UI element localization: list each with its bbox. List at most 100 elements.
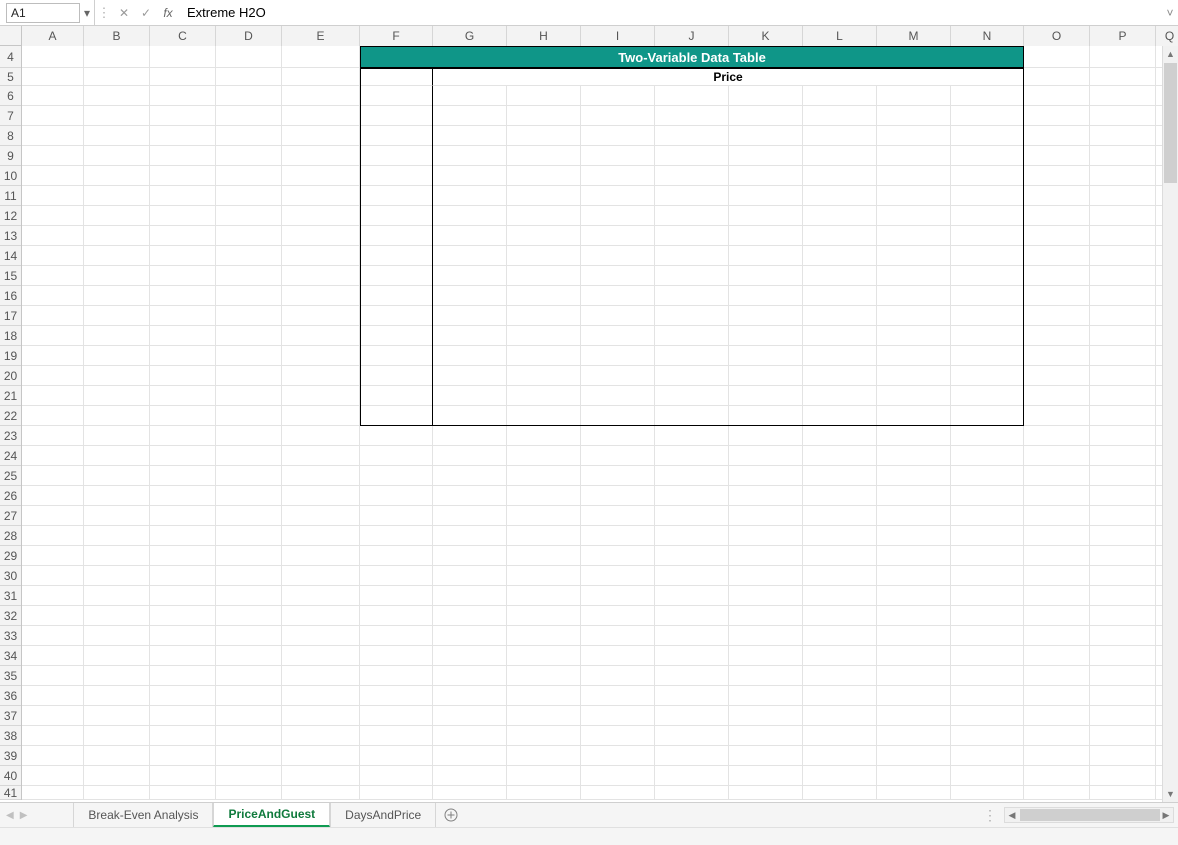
cell-M36[interactable] <box>877 686 951 706</box>
enter-formula-button[interactable]: ✓ <box>135 2 157 24</box>
cell-E7[interactable] <box>282 106 360 126</box>
cell-J22[interactable] <box>655 406 729 426</box>
cell-O41[interactable] <box>1024 786 1090 800</box>
cell-C28[interactable] <box>150 526 216 546</box>
cell-M14[interactable] <box>877 246 951 266</box>
cell-N17[interactable] <box>951 306 1024 326</box>
cell-A33[interactable] <box>22 626 84 646</box>
cell-F33[interactable] <box>360 626 433 646</box>
cell-P21[interactable] <box>1090 386 1156 406</box>
cell-C12[interactable] <box>150 206 216 226</box>
cell-D12[interactable] <box>216 206 282 226</box>
cell-P8[interactable] <box>1090 126 1156 146</box>
cell-grid[interactable] <box>22 46 1178 800</box>
cell-B9[interactable] <box>84 146 150 166</box>
cell-B38[interactable] <box>84 726 150 746</box>
cell-J29[interactable] <box>655 546 729 566</box>
cell-I32[interactable] <box>581 606 655 626</box>
cell-H37[interactable] <box>507 706 581 726</box>
cell-M41[interactable] <box>877 786 951 800</box>
cell-M32[interactable] <box>877 606 951 626</box>
cell-I12[interactable] <box>581 206 655 226</box>
vertical-scrollbar[interactable]: ▲ ▼ <box>1162 46 1178 802</box>
column-header-A[interactable]: A <box>22 26 84 46</box>
cell-E35[interactable] <box>282 666 360 686</box>
cell-D24[interactable] <box>216 446 282 466</box>
cell-H20[interactable] <box>507 366 581 386</box>
scroll-right-button[interactable]: ▶ <box>1159 810 1173 821</box>
cell-P22[interactable] <box>1090 406 1156 426</box>
cell-J31[interactable] <box>655 586 729 606</box>
cell-H15[interactable] <box>507 266 581 286</box>
row-header-33[interactable]: 33 <box>0 626 21 646</box>
cell-G8[interactable] <box>433 126 507 146</box>
cell-P15[interactable] <box>1090 266 1156 286</box>
cell-E33[interactable] <box>282 626 360 646</box>
cell-P5[interactable] <box>1090 68 1156 86</box>
cell-O17[interactable] <box>1024 306 1090 326</box>
cell-L17[interactable] <box>803 306 877 326</box>
cell-P12[interactable] <box>1090 206 1156 226</box>
cell-O34[interactable] <box>1024 646 1090 666</box>
cell-K40[interactable] <box>729 766 803 786</box>
cell-M12[interactable] <box>877 206 951 226</box>
cell-B35[interactable] <box>84 666 150 686</box>
cell-P41[interactable] <box>1090 786 1156 800</box>
cell-A13[interactable] <box>22 226 84 246</box>
cell-J40[interactable] <box>655 766 729 786</box>
cell-B28[interactable] <box>84 526 150 546</box>
cell-C8[interactable] <box>150 126 216 146</box>
row-header-26[interactable]: 26 <box>0 486 21 506</box>
cell-G21[interactable] <box>433 386 507 406</box>
cell-F8[interactable] <box>360 126 433 146</box>
cell-P17[interactable] <box>1090 306 1156 326</box>
cell-I10[interactable] <box>581 166 655 186</box>
cell-J18[interactable] <box>655 326 729 346</box>
cell-G28[interactable] <box>433 526 507 546</box>
cell-O5[interactable] <box>1024 68 1090 86</box>
cell-M21[interactable] <box>877 386 951 406</box>
cell-J39[interactable] <box>655 746 729 766</box>
cell-O16[interactable] <box>1024 286 1090 306</box>
cell-J21[interactable] <box>655 386 729 406</box>
cell-N37[interactable] <box>951 706 1024 726</box>
cell-P24[interactable] <box>1090 446 1156 466</box>
cell-D37[interactable] <box>216 706 282 726</box>
cell-K27[interactable] <box>729 506 803 526</box>
cell-K6[interactable] <box>729 86 803 106</box>
cell-K22[interactable] <box>729 406 803 426</box>
cell-G41[interactable] <box>433 786 507 800</box>
cell-D26[interactable] <box>216 486 282 506</box>
cell-J6[interactable] <box>655 86 729 106</box>
cell-J9[interactable] <box>655 146 729 166</box>
cell-D28[interactable] <box>216 526 282 546</box>
cell-B32[interactable] <box>84 606 150 626</box>
cell-C5[interactable] <box>150 68 216 86</box>
cell-M6[interactable] <box>877 86 951 106</box>
row-header-31[interactable]: 31 <box>0 586 21 606</box>
cell-O15[interactable] <box>1024 266 1090 286</box>
cell-H28[interactable] <box>507 526 581 546</box>
cell-G25[interactable] <box>433 466 507 486</box>
cell-A39[interactable] <box>22 746 84 766</box>
cell-C26[interactable] <box>150 486 216 506</box>
cell-F32[interactable] <box>360 606 433 626</box>
cell-D41[interactable] <box>216 786 282 800</box>
cell-O38[interactable] <box>1024 726 1090 746</box>
cell-C13[interactable] <box>150 226 216 246</box>
cell-G38[interactable] <box>433 726 507 746</box>
cell-P16[interactable] <box>1090 286 1156 306</box>
cell-K29[interactable] <box>729 546 803 566</box>
column-header-L[interactable]: L <box>803 26 877 46</box>
cell-P34[interactable] <box>1090 646 1156 666</box>
cell-H32[interactable] <box>507 606 581 626</box>
cell-J11[interactable] <box>655 186 729 206</box>
cell-E20[interactable] <box>282 366 360 386</box>
row-header-19[interactable]: 19 <box>0 346 21 366</box>
cell-E9[interactable] <box>282 146 360 166</box>
cell-C31[interactable] <box>150 586 216 606</box>
cell-O33[interactable] <box>1024 626 1090 646</box>
cell-A6[interactable] <box>22 86 84 106</box>
cell-E34[interactable] <box>282 646 360 666</box>
cell-C38[interactable] <box>150 726 216 746</box>
